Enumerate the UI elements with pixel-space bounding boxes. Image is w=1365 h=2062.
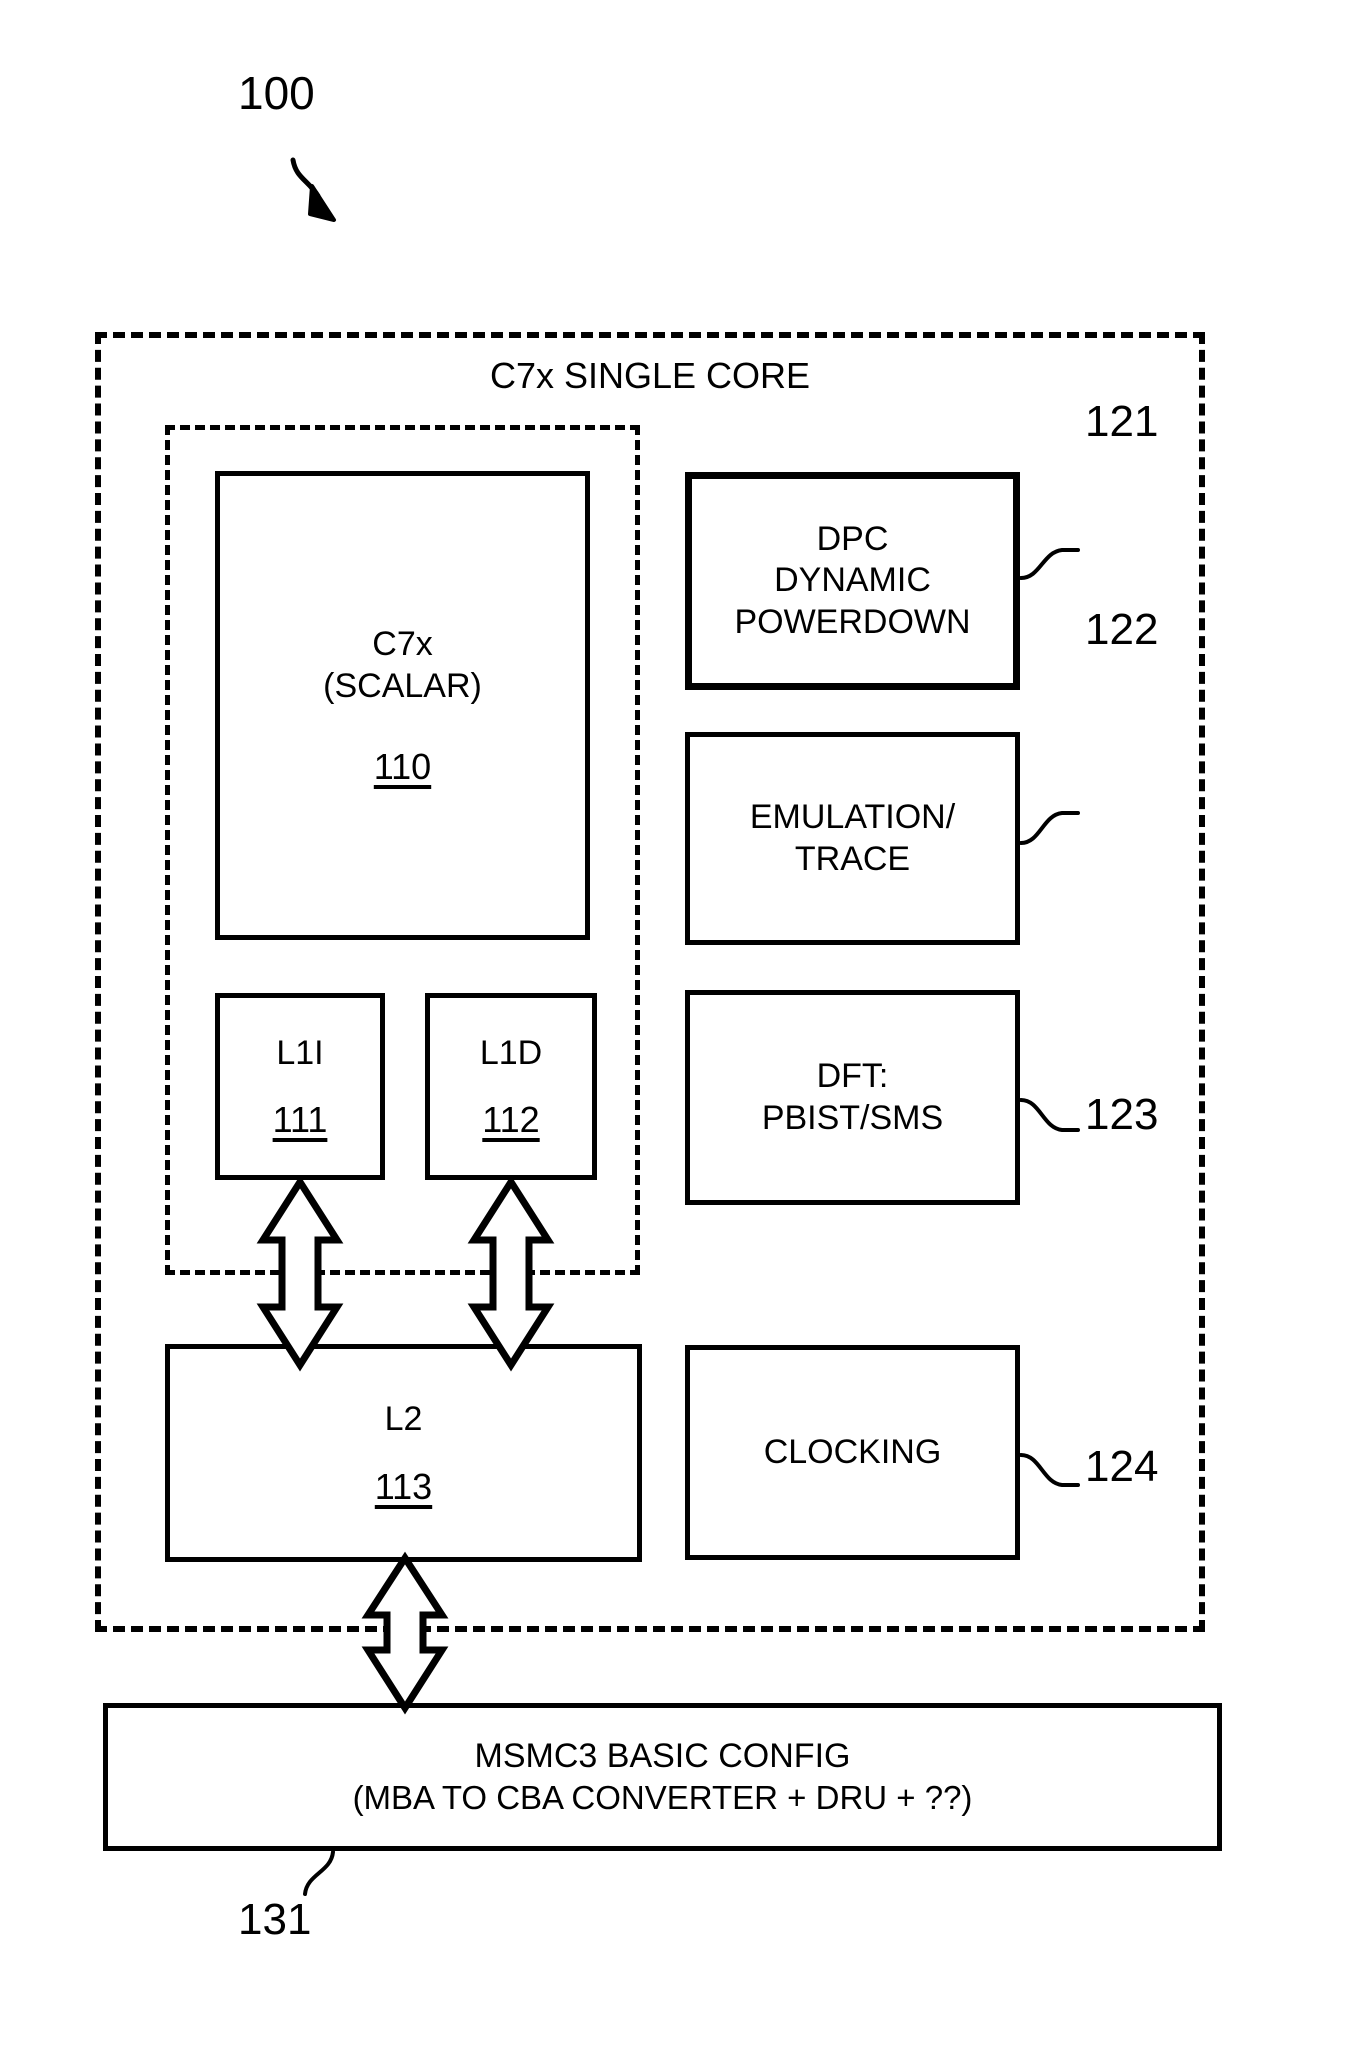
c7x-single-core-title: C7x SINGLE CORE	[489, 355, 811, 396]
dft-ref-label: 123	[1085, 1090, 1159, 1139]
c7x-scalar-line2: (SCALAR)	[323, 666, 482, 705]
dft-line-1: DFT:	[816, 1057, 889, 1096]
dft-line-2: PBIST/SMS	[761, 1098, 944, 1137]
clocking-ref-label: 124	[1085, 1442, 1159, 1491]
figure-number-100: 100	[238, 67, 315, 119]
clocking-line-1: CLOCKING	[763, 1432, 942, 1471]
l1d-cache-block[interactable]: L1D 112	[425, 993, 597, 1180]
msmc3-leader-line	[303, 1850, 335, 1896]
msmc3-line-1: MSMC3 BASIC CONFIG	[474, 1737, 851, 1776]
figure-100-leader-arrow	[290, 157, 336, 222]
msmc3-ref-label: 131	[238, 1895, 312, 1944]
emulation-trace-line-1: EMULATION/	[749, 798, 956, 837]
l1i-cache-ref: 111	[272, 1099, 328, 1141]
l1d-cache-name: L1D	[479, 1033, 543, 1072]
l1i-cache-name: L1I	[276, 1033, 324, 1072]
dpc-line-3: POWERDOWN	[734, 602, 971, 641]
dpc-ref-label: 121	[1085, 397, 1159, 446]
c7x-scalar-ref: 110	[373, 746, 432, 788]
emulation-trace-ref-label: 122	[1085, 605, 1159, 654]
dpc-line-2: DYNAMIC	[774, 561, 931, 600]
dft-pbist-sms-block[interactable]: DFT: PBIST/SMS	[685, 990, 1020, 1205]
c7x-scalar-line1: C7x	[372, 625, 433, 664]
msmc3-basic-config-block[interactable]: MSMC3 BASIC CONFIG (MBA TO CBA CONVERTER…	[103, 1703, 1222, 1851]
l2-cache-name: L2	[384, 1400, 423, 1439]
emulation-trace-line-2: TRACE	[794, 839, 911, 878]
msmc3-line-2: (MBA TO CBA CONVERTER + DRU + ??)	[352, 1778, 973, 1816]
c7x-scalar-block[interactable]: C7x (SCALAR) 110	[215, 471, 590, 940]
dpc-line-1: DPC	[816, 519, 889, 558]
l2-cache-block[interactable]: L2 113	[165, 1344, 642, 1562]
l1d-cache-ref: 112	[482, 1099, 540, 1141]
emulation-trace-block[interactable]: EMULATION/ TRACE	[685, 732, 1020, 945]
figure-canvas: 100 C7x SINGLE CORE C7x (SCALAR) 110 L1I…	[0, 0, 1365, 2062]
dpc-dynamic-powerdown-block[interactable]: DPC DYNAMIC POWERDOWN	[685, 472, 1020, 690]
l1i-cache-block[interactable]: L1I 111	[215, 993, 385, 1180]
l2-cache-ref: 113	[374, 1465, 433, 1507]
clocking-block[interactable]: CLOCKING	[685, 1345, 1020, 1560]
